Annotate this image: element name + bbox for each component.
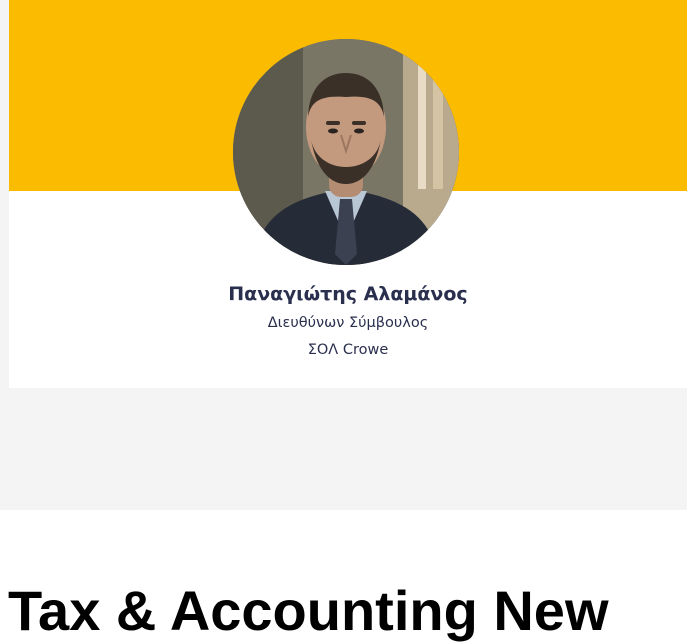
profile-company: ΣΟΛ Crowe (307, 342, 389, 358)
profile-card: Παναγιώτης Αλαμάνος Διευθύνων Σύμβουλος … (9, 0, 687, 388)
profile-section: Παναγιώτης Αλαμάνος Διευθύνων Σύμβουλος … (0, 0, 687, 510)
avatar-photo (233, 39, 459, 265)
profile-name: Παναγιώτης Αλαμάνος (228, 283, 468, 305)
avatar (233, 39, 459, 265)
profile-role: Διευθύνων Σύμβουλος (267, 315, 429, 331)
section-heading: Tax & Accounting New (8, 579, 609, 642)
